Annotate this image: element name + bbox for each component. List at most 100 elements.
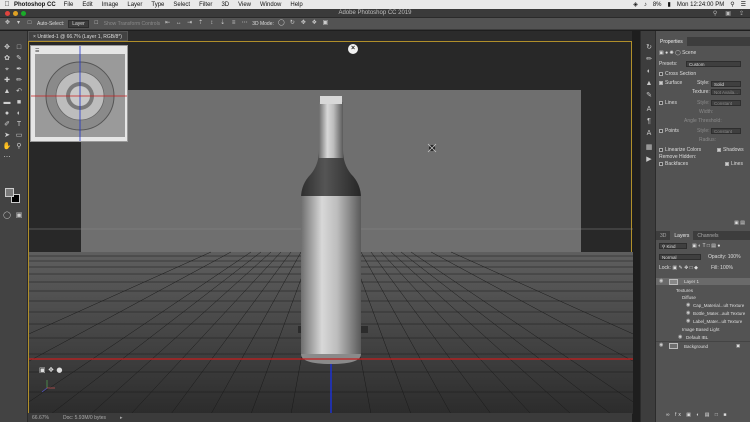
swatches-icon[interactable]: ▦ [644, 143, 654, 152]
align-bottom-icon[interactable]: ⇣ [219, 20, 226, 27]
checkbox-auto-select[interactable]: □ [26, 20, 33, 27]
layer-row-cap-material[interactable]: ◉ Cap_Material...ult Texture [656, 302, 750, 309]
app-menu[interactable]: Photoshop CC [14, 2, 56, 8]
glyphs-icon[interactable]: A [644, 105, 654, 114]
menu-help[interactable]: Help [290, 2, 302, 8]
checkbox-transform[interactable]: □ [93, 20, 100, 27]
clone-source-icon[interactable]: ▲ [644, 79, 654, 88]
align-middle-icon[interactable]: ↕ [208, 20, 215, 27]
hand-tool-icon[interactable]: ✋ [2, 142, 12, 151]
surface-style-dropdown[interactable]: Solid [711, 81, 741, 87]
filter-adjustment-icon[interactable]: ◐ [698, 243, 701, 249]
trash-icon[interactable]: ■ [723, 412, 728, 418]
layer-row-background[interactable]: ◉ Background ▣ [656, 341, 750, 350]
orbit-icon[interactable]: ◯ [278, 20, 285, 27]
new-layer-icon[interactable]: □ [715, 412, 720, 418]
align-left-icon[interactable]: ⇤ [164, 20, 171, 27]
visibility-eye-icon[interactable]: ◉ [659, 343, 664, 348]
gradient-tool-icon[interactable]: ■ [14, 98, 24, 107]
mask-icon[interactable]: ▣ [686, 412, 693, 418]
close-window-icon[interactable] [5, 11, 10, 16]
dodge-tool-icon[interactable]: ◐ [14, 109, 24, 118]
lines-checkbox[interactable] [659, 100, 663, 105]
blur-tool-icon[interactable]: ● [2, 109, 12, 118]
cross-section-checkbox[interactable] [659, 71, 663, 76]
tab-channels[interactable]: Channels [693, 231, 722, 240]
filter-shape-icon[interactable]: □ [707, 243, 710, 249]
visibility-eye-icon[interactable]: ◉ [678, 335, 683, 340]
light-icon[interactable] [427, 143, 437, 153]
scene-icon[interactable]: ▣ ● ✺ ◯ [659, 50, 681, 56]
foreground-color-swatch[interactable] [5, 188, 14, 197]
zoom-level[interactable]: 66.67% [32, 415, 49, 421]
lock-artboard-icon[interactable]: □ [690, 265, 693, 271]
visibility-eye-icon[interactable]: ◉ [686, 303, 691, 308]
chevron-down-icon[interactable]: ▾ [15, 20, 22, 27]
menu-type[interactable]: Type [151, 2, 164, 8]
pan-icon[interactable]: ✥ [300, 20, 307, 27]
layer-row-bottle-material[interactable]: ◉ Bottle_Mater...ault Texture [656, 310, 750, 317]
more-icon[interactable]: ⋯ [241, 20, 248, 27]
auto-select-dropdown[interactable]: Layer [68, 19, 89, 28]
lock-pixels-icon[interactable]: ▣ [672, 265, 677, 271]
volume-icon[interactable]: ♪ [644, 2, 647, 8]
close-view-icon[interactable]: × [348, 44, 358, 54]
history-brush-tool-icon[interactable]: ↶ [14, 87, 24, 96]
layer-row-diffuse[interactable]: Diffuse [656, 294, 750, 301]
tool-presets-icon[interactable]: ✎ [644, 91, 654, 100]
type-tool-icon[interactable]: T [14, 120, 24, 129]
fill-value[interactable]: 100% [720, 265, 733, 271]
zoom-tool-icon[interactable]: ⚲ [14, 142, 24, 151]
shape-tool-icon[interactable]: ▭ [14, 131, 24, 140]
align-center-icon[interactable]: ↔ [175, 20, 182, 27]
points-style-dropdown[interactable]: Constant [711, 128, 741, 134]
layer-row-label-material[interactable]: ◉ Label_Mater...ult Texture [656, 318, 750, 325]
blend-mode-dropdown[interactable]: Normal [659, 254, 701, 260]
layer-row-default-ibl[interactable]: ◉ Default IBL [656, 334, 750, 341]
edit-toolbar-icon[interactable]: ⋯ [2, 153, 12, 162]
move-tool-icon[interactable]: ✥ [4, 20, 11, 27]
group-icon[interactable]: ▤ [705, 412, 712, 418]
slide-icon[interactable]: ❖ [311, 20, 318, 27]
clone-stamp-tool-icon[interactable]: ▲ [2, 87, 12, 96]
align-right-icon[interactable]: ⇥ [186, 20, 193, 27]
backfaces-checkbox[interactable] [659, 161, 663, 166]
healing-tool-icon[interactable]: ✚ [2, 76, 12, 85]
scale-icon[interactable]: ▣ [322, 20, 329, 27]
render-icon[interactable]: ▣ [734, 220, 739, 226]
adjustments-icon[interactable]: ◐ [644, 67, 654, 76]
adjustment-layer-icon[interactable]: ◐ [696, 412, 701, 418]
filter-toggle-icon[interactable]: ● [717, 243, 720, 249]
move-tool-icon[interactable]: ✥ [2, 43, 12, 52]
menu-layer[interactable]: Layer [127, 2, 142, 8]
visibility-eye-icon[interactable]: ◉ [686, 319, 691, 324]
lock-position-icon[interactable]: ✥ [684, 265, 688, 271]
history-icon[interactable]: ↻ [644, 43, 654, 52]
lock-paint-icon[interactable]: ✎ [678, 265, 682, 271]
menu-edit[interactable]: Edit [82, 2, 92, 8]
opacity-value[interactable]: 100% [728, 254, 741, 260]
pen-tool-icon[interactable]: ✐ [2, 120, 12, 129]
visibility-eye-icon[interactable]: ◉ [686, 311, 691, 316]
tab-layers[interactable]: Layers [670, 231, 694, 240]
path-select-tool-icon[interactable]: ➤ [2, 131, 12, 140]
visibility-eye-icon[interactable]: ◉ [659, 279, 664, 284]
filter-type-icon[interactable]: T [702, 243, 705, 249]
lines-style-dropdown[interactable]: Constant [711, 100, 741, 106]
menu-filter[interactable]: Filter [199, 2, 212, 8]
share-icon[interactable]: ⇪ [739, 10, 744, 17]
eraser-tool-icon[interactable]: ▬ [2, 98, 12, 107]
texture-dropdown[interactable]: Not Availa... [711, 89, 741, 95]
zoom-window-icon[interactable] [21, 11, 26, 16]
search-icon[interactable]: ⚲ [730, 1, 734, 8]
kind-filter-dropdown[interactable]: ⚲ Kind [659, 243, 687, 249]
3d-secondary-view[interactable]: ☰ [30, 45, 128, 142]
menu-window[interactable]: Window [260, 2, 281, 8]
quick-select-tool-icon[interactable]: ✎ [14, 54, 24, 63]
roll-icon[interactable]: ↻ [289, 20, 296, 27]
chevron-right-icon[interactable]: ▸ [120, 415, 123, 421]
doc-info[interactable]: Doc: 5.93M/0 bytes [63, 415, 106, 421]
wine-bottle-3d-model[interactable] [298, 96, 368, 364]
shadows-checkbox[interactable] [717, 147, 721, 152]
filter-smart-icon[interactable]: ▤ [711, 243, 716, 249]
